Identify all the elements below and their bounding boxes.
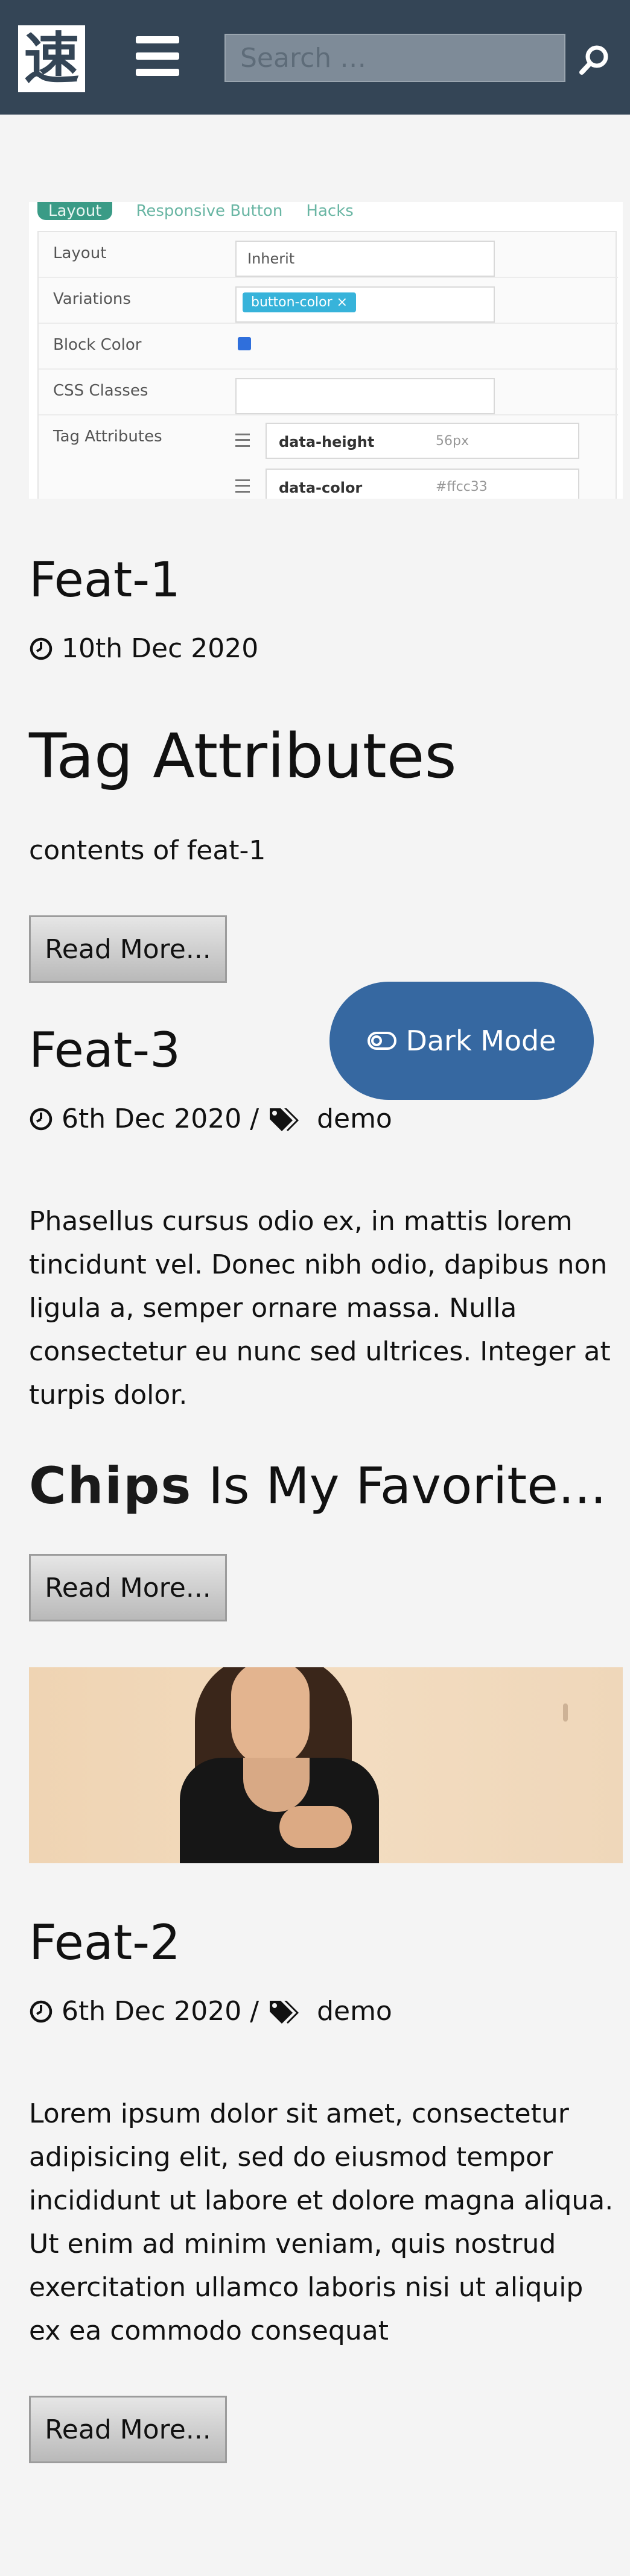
article-title-feat-2[interactable]: Feat-2 — [29, 1915, 180, 1971]
clock-icon — [30, 637, 52, 660]
photo-hands — [279, 1806, 352, 1848]
search-icon[interactable] — [576, 42, 612, 78]
image-attribute-row: data-color #ffcc33 — [235, 469, 579, 499]
image-attribute-key: data-height — [279, 434, 375, 450]
image-label-variations: Variations — [53, 290, 131, 308]
dark-mode-label: Dark Mode — [406, 1024, 556, 1057]
tags-icon — [270, 1108, 299, 1131]
image-label-block-color: Block Color — [53, 336, 142, 354]
toggle-icon — [368, 1032, 397, 1050]
article-excerpt-feat-1: contents of feat-1 — [29, 835, 266, 866]
image-variations-chip: button-color × — [243, 292, 357, 312]
article-date: 6th Dec 2020 — [62, 1996, 242, 2027]
drag-handle-icon — [235, 479, 250, 493]
image-tab-responsive-button: Responsive Button — [136, 202, 283, 220]
tags-icon — [270, 2000, 299, 2024]
chips-image-text: Chips — [29, 1456, 192, 1515]
search-input[interactable] — [224, 34, 565, 82]
image-tab-hacks: Hacks — [306, 202, 354, 220]
image-checkbox-icon — [238, 337, 251, 350]
hamburger-menu-icon[interactable] — [136, 36, 183, 76]
image-css-classes-box — [235, 378, 495, 414]
article-tag-link[interactable]: demo — [317, 1996, 392, 2027]
meta-separator: / — [250, 1996, 259, 2027]
image-label-css-classes: CSS Classes — [53, 382, 148, 400]
image-attribute-row: data-height 56px — [235, 423, 579, 459]
article-subheading-feat-3: Chips Is My Favorite... — [29, 1456, 606, 1515]
article-title-feat-1[interactable]: Feat-1 — [29, 552, 180, 608]
featured-image-feat-2[interactable] — [29, 1667, 623, 1863]
drag-handle-icon — [235, 434, 250, 447]
read-more-button-feat-2[interactable]: Read More... — [29, 2396, 227, 2463]
article-excerpt-feat-2: Lorem ipsum dolor sit amet, consectetur … — [29, 2098, 614, 2346]
article-date: 10th Dec 2020 — [62, 633, 259, 664]
image-attribute-box: data-height 56px — [266, 423, 579, 459]
image-row-tag-attributes: Tag Attributes data-height 56px data-col… — [39, 415, 618, 499]
image-attribute-value: 56px — [436, 434, 469, 449]
image-tabs: Layout Responsive Button Hacks — [37, 202, 374, 223]
image-label-tag-attributes: Tag Attributes — [53, 428, 162, 446]
image-attribute-box: data-color #ffcc33 — [266, 469, 579, 499]
image-row-css-classes: CSS Classes — [39, 370, 618, 415]
site-header: 速 — [0, 0, 630, 115]
article-excerpt-feat-3: Phasellus cursus odio ex, in mattis lore… — [29, 1206, 611, 1410]
site-logo[interactable]: 速 — [18, 25, 85, 92]
image-select-layout: Inherit — [235, 241, 495, 277]
image-label-layout: Layout — [53, 244, 107, 262]
article-meta-feat-2: 6th Dec 2020 / demo — [29, 1996, 392, 2027]
clock-icon — [30, 1108, 52, 1130]
image-attribute-key: data-color — [279, 479, 363, 496]
dark-mode-toggle[interactable]: Dark Mode — [329, 982, 594, 1100]
image-row-variations: Variations button-color × — [39, 278, 618, 324]
article-tag-link[interactable]: demo — [317, 1103, 392, 1134]
read-more-button-feat-3[interactable]: Read More... — [29, 1554, 227, 1621]
article-subheading-feat-1: Tag Attributes — [29, 721, 457, 792]
image-tab-layout: Layout — [37, 202, 113, 220]
image-form-panel: Layout Inherit Variations button-color ×… — [37, 231, 618, 499]
photo-wall-mark — [563, 1703, 568, 1722]
read-more-button-feat-1[interactable]: Read More... — [29, 915, 227, 983]
featured-image-feat-1[interactable]: Layout Responsive Button Hacks Layout In… — [29, 202, 623, 499]
article-title-feat-3[interactable]: Feat-3 — [29, 1022, 180, 1078]
image-row-block-color: Block Color — [39, 324, 618, 370]
article-date: 6th Dec 2020 — [62, 1103, 242, 1134]
image-variations-box: button-color × — [235, 286, 495, 323]
subheading-text: Is My Favorite... — [208, 1456, 606, 1515]
article-meta-feat-1: 10th Dec 2020 — [29, 633, 258, 664]
image-attribute-value: #ffcc33 — [436, 479, 488, 494]
clock-icon — [30, 2000, 52, 2022]
article-meta-feat-3: 6th Dec 2020 / demo — [29, 1103, 392, 1134]
photo-face — [231, 1667, 310, 1767]
meta-separator: / — [250, 1103, 259, 1134]
image-select-layout-value: Inherit — [247, 250, 295, 267]
image-row-layout: Layout Inherit — [39, 232, 618, 278]
